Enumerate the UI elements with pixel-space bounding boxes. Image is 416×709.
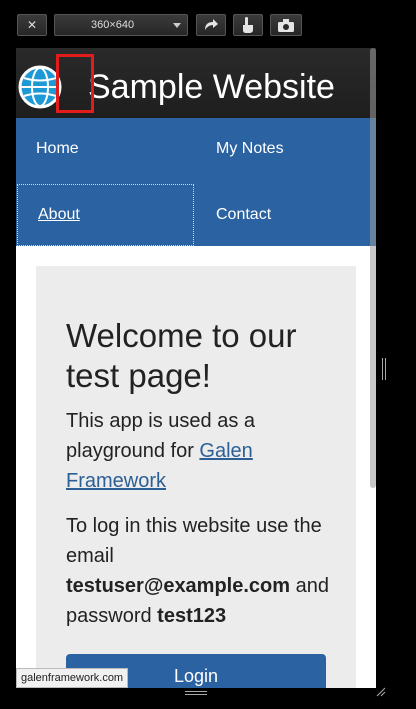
welcome-title: Welcome to our test page! — [66, 317, 297, 394]
site-title: Sample Website — [88, 68, 335, 106]
close-button[interactable]: ✕ — [17, 14, 47, 36]
touch-icon — [243, 17, 253, 33]
status-url: galenframework.com — [16, 668, 129, 688]
rotate-icon — [205, 19, 218, 30]
bottom-resize-handle[interactable] — [185, 691, 207, 695]
close-icon: ✕ — [26, 18, 38, 32]
chevron-down-icon — [173, 22, 181, 28]
site-header: Sample Website — [16, 48, 376, 118]
touch-emulation-button[interactable] — [233, 14, 263, 36]
device-size-value: 360×640 — [91, 19, 135, 31]
camera-icon — [278, 18, 294, 32]
login-email: testuser@example.com — [66, 575, 291, 597]
intro-text: This app is used as a playground for Gal… — [66, 406, 336, 496]
login-info: To log in this website use the email tes… — [66, 511, 336, 631]
main-nav: Home My Notes About Contact — [16, 118, 376, 246]
nav-item-home[interactable]: Home — [16, 118, 194, 180]
side-resize-handle[interactable] — [382, 358, 386, 380]
login-info-prefix: To log in this website use the email — [66, 515, 322, 567]
nav-item-my-notes[interactable]: My Notes — [196, 118, 374, 180]
welcome-panel: Welcome to our test page! This app is us… — [36, 266, 356, 688]
nav-item-contact[interactable]: Contact — [196, 184, 374, 246]
resize-grip-icon[interactable] — [376, 687, 386, 697]
nav-item-about[interactable]: About — [17, 184, 194, 246]
screenshot-button[interactable] — [270, 14, 302, 36]
highlight-box — [56, 54, 94, 113]
login-password: test123 — [157, 605, 227, 627]
device-viewport: Sample Website Home My Notes About Conta… — [16, 48, 376, 688]
device-size-select[interactable]: 360×640 — [54, 14, 188, 36]
viewport-scrollbar[interactable] — [370, 48, 376, 488]
rotate-button[interactable] — [196, 14, 226, 36]
